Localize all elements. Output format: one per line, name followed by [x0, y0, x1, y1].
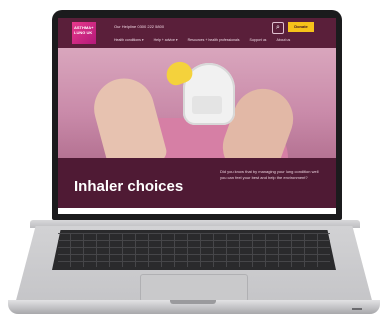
main-nav: Health conditions ▾ Help + advice ▾ Reso… [114, 38, 290, 42]
logo-text: ASTHMA+ LUNG UK [74, 25, 94, 35]
brand-logo[interactable]: ASTHMA+ LUNG UK [72, 22, 96, 44]
browser-viewport: ASTHMA+ LUNG UK Our Helpline 0300 222 58… [58, 18, 336, 214]
helpline-text: Our Helpline 0300 222 5800 [114, 24, 165, 29]
page-title: Inhaler choices [74, 178, 184, 195]
content-area [58, 208, 336, 214]
hero-hand-left [87, 71, 169, 158]
nav-item-help-advice[interactable]: Help + advice ▾ [154, 38, 178, 42]
lid-notch [170, 300, 216, 304]
status-led [352, 308, 362, 310]
hero-image [58, 48, 336, 158]
nav-item-resources[interactable]: Resources + health professionals [188, 38, 240, 42]
keyboard-keys [58, 233, 330, 267]
nav-item-health-conditions[interactable]: Health conditions ▾ [114, 38, 144, 42]
donate-button[interactable]: Donate [288, 22, 314, 32]
nav-item-about-us[interactable]: About us [276, 38, 290, 42]
search-icon: ⌕ [276, 24, 280, 31]
nav-item-support-us[interactable]: Support us [250, 38, 267, 42]
site-header: ASTHMA+ LUNG UK Our Helpline 0300 222 58… [58, 18, 336, 48]
inhaler-label [192, 96, 222, 114]
intro-text: Did you know that by managing your lung … [220, 169, 319, 180]
trackpad [140, 274, 248, 302]
search-button[interactable]: ⌕ [272, 22, 284, 34]
